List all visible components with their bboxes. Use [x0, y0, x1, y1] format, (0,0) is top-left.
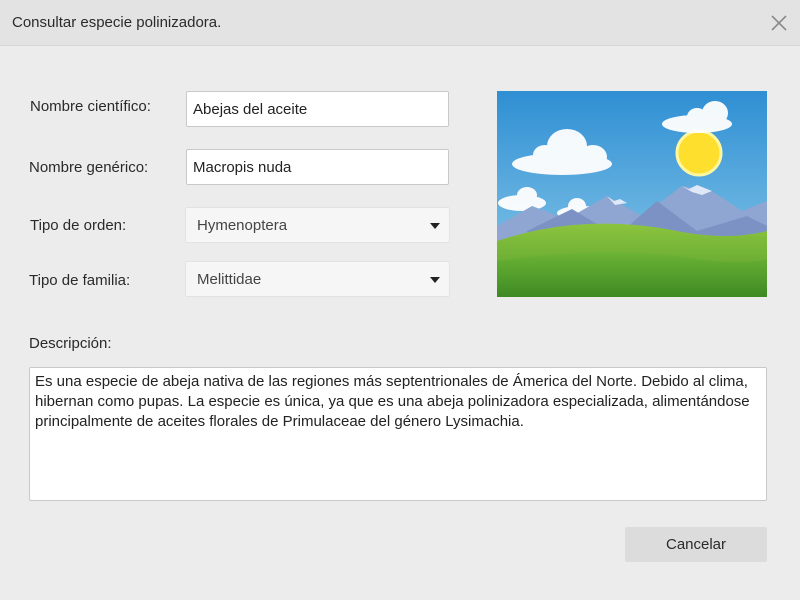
species-image [497, 91, 767, 297]
family-type-label: Tipo de familia: [29, 272, 131, 289]
cancel-button[interactable]: Cancelar [625, 527, 767, 562]
generic-name-input[interactable] [186, 149, 449, 185]
generic-name-label: Nombre genérico: [29, 159, 149, 176]
chevron-down-icon [430, 223, 440, 229]
scientific-name-input[interactable] [186, 91, 449, 127]
family-type-select[interactable]: Melittidae [185, 261, 450, 297]
title-bar: Consultar especie polinizadora. [0, 0, 800, 46]
scientific-name-label: Nombre científico: [30, 98, 151, 115]
family-type-value: Melittidae [197, 271, 262, 288]
close-icon [771, 15, 787, 31]
chevron-down-icon [430, 277, 440, 283]
landscape-image-icon [497, 91, 767, 297]
description-label: Descripción: [29, 335, 112, 352]
description-textarea[interactable]: Es una especie de abeja nativa de las re… [29, 367, 767, 501]
dialog: Consultar especie polinizadora. Nombre c… [0, 0, 800, 600]
dialog-title: Consultar especie polinizadora. [12, 14, 222, 31]
order-type-select[interactable]: Hymenoptera [185, 207, 450, 243]
order-type-label: Tipo de orden: [30, 217, 127, 234]
order-type-value: Hymenoptera [197, 217, 288, 234]
close-button[interactable] [766, 10, 792, 36]
